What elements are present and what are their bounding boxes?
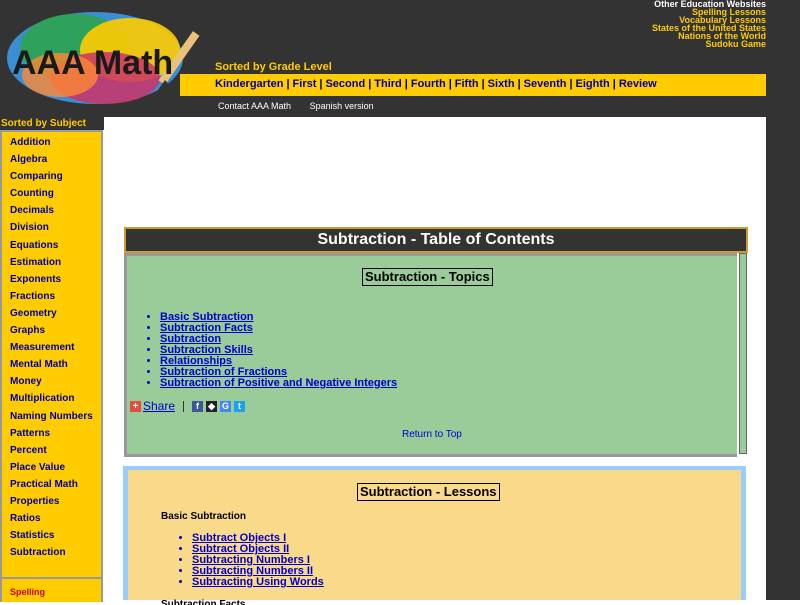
grade-link-fourth[interactable]: Fourth [411, 78, 446, 90]
subject-link[interactable]: Equations [10, 240, 101, 257]
subject-link[interactable]: Comparing [10, 171, 101, 188]
subject-link[interactable]: Properties [10, 496, 101, 513]
subject-link[interactable]: Statistics [10, 530, 101, 547]
subject-link[interactable]: Money [10, 376, 101, 393]
subject-link[interactable]: Division [10, 222, 101, 239]
toc-panel-edge [739, 253, 747, 454]
subject-nav-divider [2, 577, 103, 579]
subject-nav-title: Sorted by Subject [0, 117, 104, 130]
return-to-top-link[interactable]: Return to Top [402, 429, 462, 440]
subject-link[interactable]: Practical Math [10, 479, 101, 496]
subject-link[interactable]: Ratios [10, 513, 101, 530]
grade-link-third[interactable]: Third [374, 78, 402, 90]
external-link[interactable]: Sudoku Game [652, 40, 766, 49]
right-dark-strip [766, 0, 800, 600]
lessons-panel-frame: Subtraction - Lessons Basic Subtraction … [123, 466, 746, 605]
share-plus-icon[interactable]: + [130, 400, 141, 412]
subject-link[interactable]: Fractions [10, 291, 101, 308]
subject-link[interactable]: Mental Math [10, 359, 101, 376]
subject-link[interactable]: Algebra [10, 154, 101, 171]
subject-link[interactable]: Subtraction [10, 547, 101, 564]
bookmark-icon[interactable]: ◆ [206, 400, 218, 412]
topics-title: Subtraction - Topics [362, 268, 493, 286]
subject-link[interactable]: Graphs [10, 325, 101, 342]
toc-panel: Subtraction - Topics Basic Subtraction S… [124, 253, 737, 457]
logo-text: AAA Math [12, 44, 173, 82]
spanish-version-link[interactable]: Spanish version [310, 101, 374, 111]
contact-link[interactable]: Contact AAA Math [218, 101, 291, 111]
subject-link[interactable]: Multiplication [10, 393, 101, 410]
subject-link[interactable]: Estimation [10, 257, 101, 274]
lessons-section-label: Basic Subtraction [161, 511, 247, 522]
lessons-panel: Subtraction - Lessons Basic Subtraction … [128, 470, 741, 605]
subject-nav: Addition Algebra Comparing Counting Deci… [0, 130, 103, 602]
twitter-icon[interactable]: t [234, 400, 246, 412]
lesson-list: Subtract Objects I Subtract Objects II S… [192, 533, 324, 588]
subject-link[interactable]: Counting [10, 188, 101, 205]
subject-link[interactable]: Naming Numbers [10, 411, 101, 428]
subject-link[interactable]: Decimals [10, 205, 101, 222]
grade-link-eighth[interactable]: Eighth [576, 78, 610, 90]
grade-link-first[interactable]: First [293, 78, 317, 90]
grade-link-kindergarten[interactable]: Kindergarten [215, 78, 283, 90]
subject-link[interactable]: Measurement [10, 342, 101, 359]
share-row: + Share f ◆ G t [130, 399, 248, 413]
aaa-math-logo[interactable]: AAA Math [0, 0, 215, 117]
lessons-title: Subtraction - Lessons [357, 483, 500, 501]
external-links: Other Education Websites Spelling Lesson… [652, 0, 766, 49]
subject-link[interactable]: Place Value [10, 462, 101, 479]
google-icon[interactable]: G [220, 400, 232, 412]
grade-nav-bar: Kindergarten | First | Second | Third | Fourth | F… [180, 74, 766, 96]
subject-link[interactable]: Exponents [10, 274, 101, 291]
grade-link-review[interactable]: Review [619, 78, 657, 90]
secondary-links: Contact AAA Math Spanish version [218, 101, 390, 111]
facebook-icon[interactable]: f [192, 400, 204, 412]
grade-link-seventh[interactable]: Seventh [524, 78, 567, 90]
topic-list: Basic Subtraction Subtraction Facts Subt… [160, 312, 397, 389]
toc-title: Subtraction - Table of Contents [124, 227, 748, 253]
subject-link[interactable]: Patterns [10, 428, 101, 445]
grade-link-second[interactable]: Second [325, 78, 365, 90]
grade-link-fifth[interactable]: Fifth [455, 78, 479, 90]
subject-link[interactable]: Addition [10, 137, 101, 154]
share-link[interactable]: Share [143, 399, 175, 413]
topic-link[interactable]: Subtraction of Positive and Negative Int… [160, 378, 397, 389]
spelling-link[interactable]: Spelling [10, 587, 45, 597]
subject-link[interactable]: Geometry [10, 308, 101, 325]
lesson-link[interactable]: Subtracting Using Words [192, 577, 324, 588]
grade-link-sixth[interactable]: Sixth [488, 78, 515, 90]
share-divider [183, 400, 185, 412]
subject-link[interactable]: Percent [10, 445, 101, 462]
grade-nav-title: Sorted by Grade Level [215, 61, 332, 73]
